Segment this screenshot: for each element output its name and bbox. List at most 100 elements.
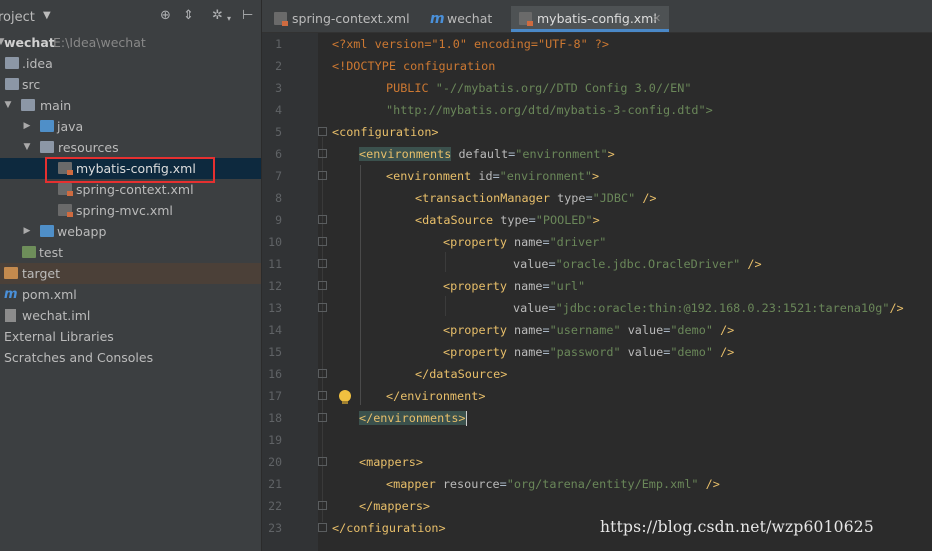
web-folder-icon — [40, 225, 54, 237]
watermark: https://blog.csdn.net/wzp6010625 — [600, 518, 874, 536]
xml-attr: default — [458, 147, 509, 161]
code-line: <environment id="environment"> — [386, 169, 600, 183]
xml-tag: <dataSource — [415, 213, 494, 227]
string-value: "demo" — [670, 323, 713, 337]
xml-tag: > — [607, 147, 615, 161]
xml-attr: value — [627, 323, 664, 337]
line-number: 19 — [268, 433, 282, 447]
tree-item-target[interactable]: target — [0, 263, 261, 284]
tree-item-mybatis-config[interactable]: mybatis-config.xml — [0, 158, 261, 179]
xml-file-icon — [58, 162, 73, 175]
line-number: 3 — [275, 81, 282, 95]
fold-marker-icon[interactable] — [318, 281, 327, 290]
test-folder-icon — [22, 246, 36, 258]
fold-marker-icon[interactable] — [318, 149, 327, 158]
indent-guide — [445, 252, 446, 272]
hide-panel-icon[interactable]: ⊢ — [242, 9, 253, 23]
tree-item-wechat-iml[interactable]: wechat.iml — [0, 305, 261, 326]
string-value: "JDBC" — [592, 191, 636, 205]
xml-tag: </configuration> — [332, 521, 446, 535]
line-number: 23 — [268, 521, 282, 535]
xml-tag: <mappers> — [359, 455, 423, 469]
string-value: "demo" — [670, 345, 713, 359]
tree-item-idea[interactable]: .idea — [0, 53, 261, 74]
fold-marker-icon[interactable] — [318, 501, 327, 510]
fold-marker-icon[interactable] — [318, 413, 327, 422]
line-number: 15 — [268, 345, 282, 359]
indent-guide — [445, 296, 446, 316]
chevron-right-icon[interactable]: ▶ — [22, 221, 32, 242]
tree-item-wechat[interactable]: ▼ wechat E:\Idea\wechat — [0, 32, 261, 53]
xml-attr: type — [500, 213, 529, 227]
code-line: <mappers> — [359, 451, 423, 473]
code-line: "http://mybatis.org/dtd/mybatis-3-config… — [386, 99, 713, 121]
fold-marker-icon[interactable] — [318, 215, 327, 224]
lightbulb-icon[interactable] — [339, 390, 351, 404]
code-line: value="jdbc:oracle:thin:@192.168.0.23:15… — [513, 301, 904, 315]
fold-marker-icon[interactable] — [318, 457, 327, 466]
tree-item-external-libraries[interactable]: External Libraries — [0, 326, 261, 347]
project-panel-title[interactable]: roject — [0, 10, 35, 25]
string-value: "driver" — [549, 235, 607, 249]
code-line: <!DOCTYPE configuration — [332, 55, 495, 77]
code-line: </environment> — [386, 385, 485, 407]
fold-marker-icon[interactable] — [318, 303, 327, 312]
line-number: 1 — [275, 37, 282, 51]
tree-item-spring-mvc[interactable]: spring-mvc.xml — [0, 200, 261, 221]
text-caret — [465, 411, 467, 426]
tree-item-label: spring-mvc.xml — [76, 203, 173, 218]
tree-item-label: java — [57, 119, 84, 134]
string-value: "password" — [549, 345, 621, 359]
fold-marker-icon[interactable] — [318, 523, 327, 532]
tree-item-label: test — [39, 245, 64, 260]
fold-marker-icon[interactable] — [318, 391, 327, 400]
xml-tag: <property — [443, 323, 507, 337]
chevron-down-icon[interactable]: ▼ — [3, 95, 13, 116]
tree-item-resources[interactable]: ▼ resources — [0, 137, 261, 158]
chevron-right-icon[interactable]: ▶ — [22, 116, 32, 137]
chevron-down-icon[interactable]: ▼ — [43, 10, 51, 21]
xml-tag: </dataSource> — [415, 367, 508, 381]
tree-item-spring-context[interactable]: spring-context.xml — [0, 179, 261, 200]
tree-item-webapp[interactable]: ▶ webapp — [0, 221, 261, 242]
string-value: "username" — [549, 323, 621, 337]
fold-marker-icon[interactable] — [318, 127, 327, 136]
tree-item-main[interactable]: ▼ main — [0, 95, 261, 116]
tree-item-src[interactable]: src — [0, 74, 261, 95]
source-folder-icon — [40, 120, 54, 132]
tree-item-test[interactable]: test — [0, 242, 261, 263]
xml-file-icon — [274, 12, 288, 26]
code-line: <property name="driver" — [443, 235, 607, 249]
chevron-down-icon[interactable]: ▾ — [227, 12, 231, 26]
tab-label: spring-context.xml — [292, 11, 410, 26]
line-number: 11 — [268, 257, 282, 271]
tab-spring-context[interactable]: spring-context.xml — [266, 6, 426, 32]
xml-tag: /> — [705, 477, 720, 491]
string-value: "-//mybatis.org//DTD Config 3.0//EN" — [435, 81, 692, 95]
tab-mybatis-config[interactable]: mybatis-config.xml ✕ — [511, 6, 669, 32]
fold-marker-icon[interactable] — [318, 171, 327, 180]
tree-item-scratches[interactable]: Scratches and Consoles — [0, 347, 261, 368]
close-icon[interactable]: ✕ — [652, 6, 661, 32]
tree-item-pom[interactable]: m pom.xml — [0, 284, 261, 305]
fold-marker-icon[interactable] — [318, 259, 327, 268]
collapse-all-icon[interactable]: ⇕ — [183, 9, 194, 23]
locate-icon[interactable]: ⊕ — [160, 9, 171, 23]
code-line: value="oracle.jdbc.OracleDriver" /> — [513, 257, 762, 271]
fold-marker-icon[interactable] — [318, 369, 327, 378]
xml-attr: id — [478, 169, 493, 183]
tab-wechat[interactable]: m wechat — [426, 6, 510, 32]
gear-icon[interactable]: ✲ — [212, 9, 223, 23]
xml-attr: value — [513, 257, 549, 271]
doctype: <!DOCTYPE configuration — [332, 59, 496, 73]
module-file-icon — [5, 309, 16, 322]
xml-tag: /> — [889, 301, 904, 315]
code-line: </mappers> — [359, 495, 430, 517]
fold-marker-icon[interactable] — [318, 237, 327, 246]
line-number: 13 — [268, 301, 282, 315]
line-number: 18 — [268, 411, 282, 425]
project-panel: roject ▼ ⊕ ⇕ ✲ ▾ ⊢ ▼ wechat E:\Idea\wech… — [0, 0, 262, 551]
xml-declaration: <?xml version="1.0" encoding="UTF-8" ?> — [332, 37, 609, 51]
tree-item-java[interactable]: ▶ java — [0, 116, 261, 137]
chevron-down-icon[interactable]: ▼ — [22, 137, 32, 158]
